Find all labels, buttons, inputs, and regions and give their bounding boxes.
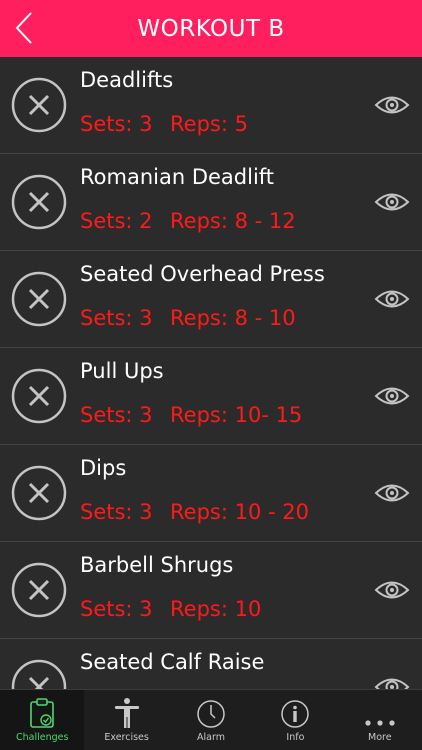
tab-label: Exercises (104, 732, 149, 743)
exercise-row: Seated Overhead Press Sets: 3 Reps: 8 - … (0, 251, 422, 348)
tab-info[interactable]: Info (253, 690, 337, 750)
exercise-list[interactable]: Deadlifts Sets: 3 Reps: 5 Romanian Deadl… (0, 57, 422, 690)
view-exercise-button[interactable] (374, 385, 410, 407)
view-exercise-button[interactable] (374, 579, 410, 601)
more-dots-icon (363, 695, 397, 729)
exercise-sets: Sets: 2 (80, 209, 153, 233)
person-icon (114, 695, 140, 729)
remove-exercise-button[interactable] (11, 465, 67, 521)
remove-exercise-button[interactable] (11, 562, 67, 618)
exercise-name: Barbell Shrugs (80, 553, 234, 577)
tab-more[interactable]: More (338, 690, 422, 750)
exercise-reps: Reps: 10- 15 (170, 403, 303, 427)
exercise-row: Dips Sets: 3 Reps: 10 - 20 (0, 445, 422, 542)
view-exercise-button[interactable] (374, 191, 410, 213)
exercise-reps: Reps: 8 - 12 (170, 209, 296, 233)
nav-header: WORKOUT B (0, 0, 422, 57)
exercise-row: Romanian Deadlift Sets: 2 Reps: 8 - 12 (0, 154, 422, 251)
page-title: WORKOUT B (137, 15, 285, 42)
exercise-details: Sets: 3 Reps: 8 - 10 (80, 306, 296, 330)
tab-alarm[interactable]: Alarm (169, 690, 253, 750)
exercise-name: Seated Calf Raise (80, 650, 265, 674)
exercise-name: Romanian Deadlift (80, 165, 275, 189)
tab-challenges[interactable]: Challenges (0, 690, 85, 750)
exercise-name: Deadlifts (80, 68, 174, 92)
exercise-row: Pull Ups Sets: 3 Reps: 10- 15 (0, 348, 422, 445)
exercise-reps: Reps: 8 - 10 (170, 306, 296, 330)
remove-exercise-button[interactable] (11, 77, 67, 133)
exercise-name: Pull Ups (80, 359, 164, 383)
exercise-name: Dips (80, 456, 127, 480)
view-exercise-button[interactable] (374, 288, 410, 310)
info-icon (280, 695, 310, 729)
tab-label: Alarm (197, 732, 225, 743)
remove-exercise-button[interactable] (11, 271, 67, 327)
exercise-details: Sets: 3 Reps: 10- 15 (80, 403, 302, 427)
view-exercise-button[interactable] (374, 482, 410, 504)
exercise-details: Sets: 3 Reps: 10 - 20 (80, 500, 309, 524)
tab-exercises[interactable]: Exercises (84, 690, 168, 750)
clock-icon (196, 695, 226, 729)
tab-bar: Challenges Exercises Alarm Info More (0, 689, 422, 750)
exercise-sets: Sets: 3 (80, 500, 153, 524)
back-button[interactable] (8, 10, 40, 46)
exercise-details: Sets: 3 Reps: 10 (80, 597, 261, 621)
clipboard-check-icon (29, 695, 55, 729)
remove-exercise-button[interactable] (11, 659, 67, 690)
chevron-left-icon (15, 12, 32, 44)
view-exercise-button[interactable] (374, 94, 410, 116)
exercise-reps: Reps: 5 (170, 112, 248, 136)
exercise-sets: Sets: 3 (80, 306, 153, 330)
remove-exercise-button[interactable] (11, 368, 67, 424)
tab-label: Challenges (15, 732, 69, 743)
tab-label: More (368, 732, 392, 743)
exercise-row: Seated Calf Raise (0, 639, 422, 690)
exercise-name: Seated Overhead Press (80, 262, 325, 286)
exercise-row: Barbell Shrugs Sets: 3 Reps: 10 (0, 542, 422, 639)
exercise-sets: Sets: 3 (80, 403, 153, 427)
exercise-sets: Sets: 3 (80, 597, 153, 621)
view-exercise-button[interactable] (374, 676, 410, 690)
remove-exercise-button[interactable] (11, 174, 67, 230)
exercise-row: Deadlifts Sets: 3 Reps: 5 (0, 57, 422, 154)
exercise-sets: Sets: 3 (80, 112, 153, 136)
tab-label: Info (286, 732, 305, 743)
exercise-details: Sets: 2 Reps: 8 - 12 (80, 209, 296, 233)
exercise-details: Sets: 3 Reps: 5 (80, 112, 248, 136)
exercise-reps: Reps: 10 (170, 597, 262, 621)
exercise-reps: Reps: 10 - 20 (170, 500, 309, 524)
